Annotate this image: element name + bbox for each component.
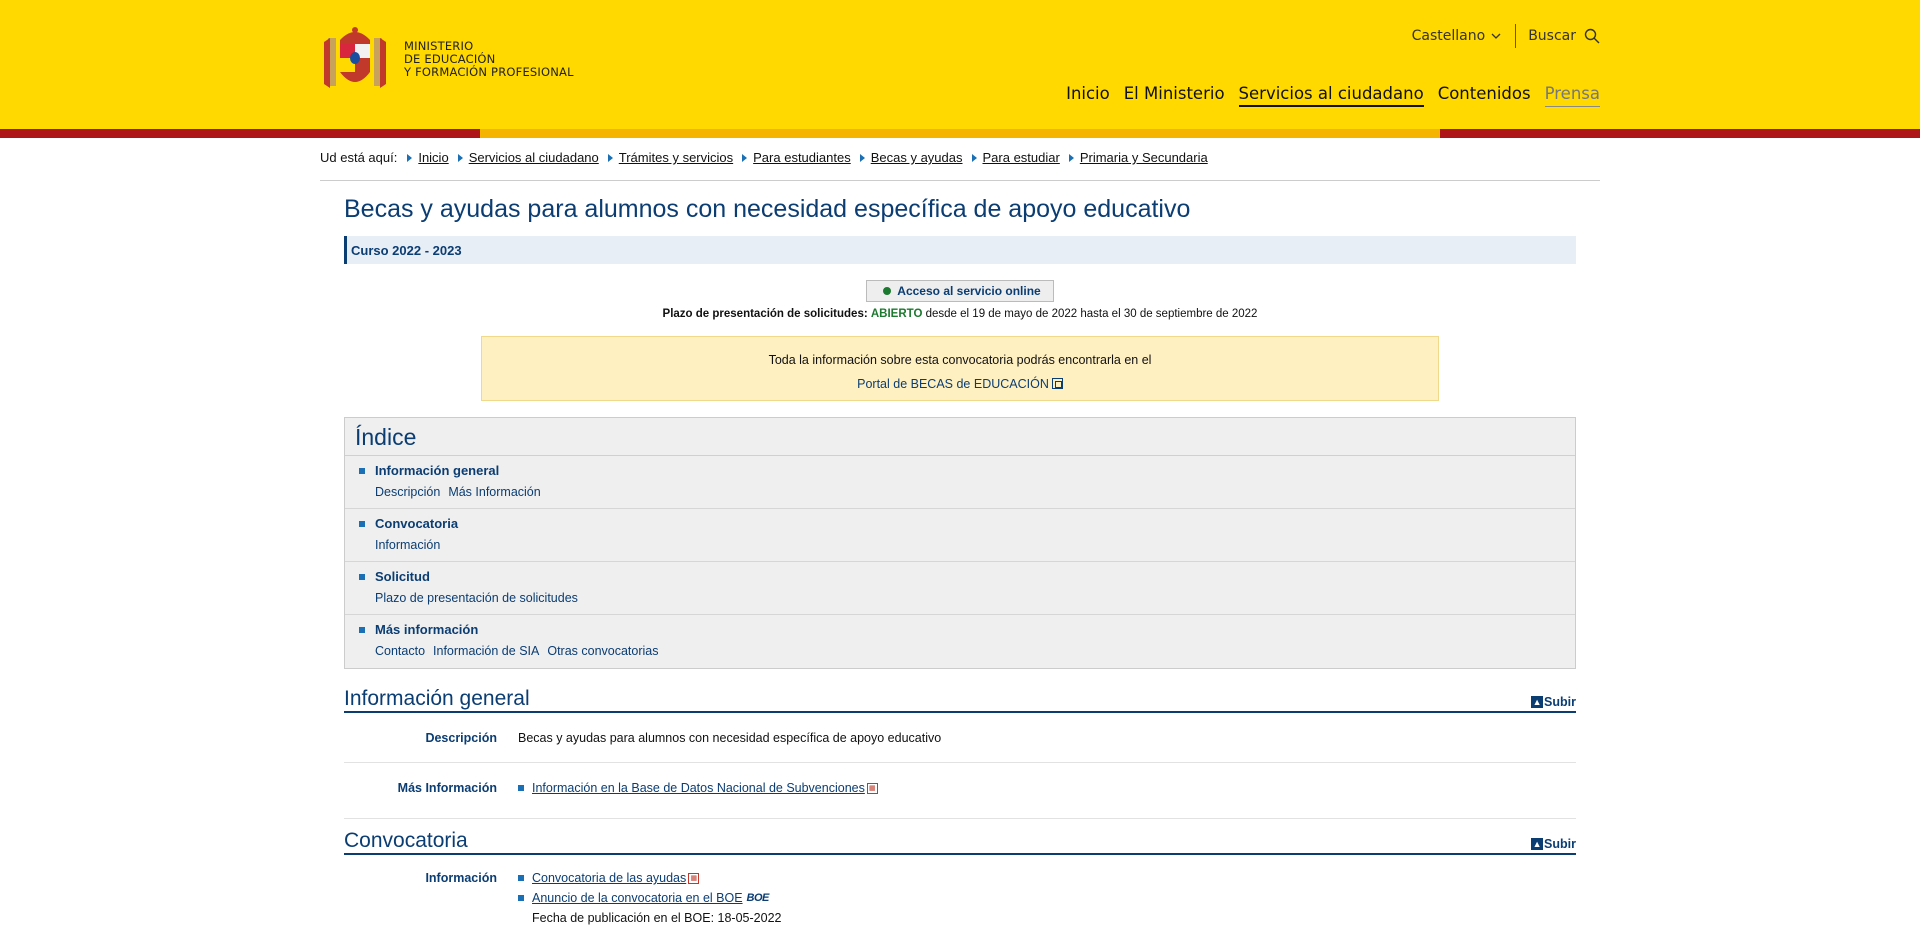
coat-of-arms-icon [324,27,386,88]
index-link-plazo[interactable]: Plazo de presentación de solicitudes [375,591,578,605]
index-section: Solicitud Plazo de presentación de solic… [345,562,1575,615]
language-selector[interactable]: Castellano [1412,24,1517,48]
arrow-up-icon: ▲ [1531,838,1544,850]
breadcrumb-link-tramites[interactable]: Trámites y servicios [619,150,733,165]
subir-button[interactable]: ▲ Subir [1531,695,1576,711]
breadcrumb-label: Ud está aquí: [320,150,398,165]
descripcion-row: Descripción Becas y ayudas para alumnos … [344,713,1576,763]
pdf-icon: ▦ [688,872,700,884]
breadcrumb-link-primaria[interactable]: Primaria y Secundaria [1080,150,1208,165]
pdf-icon: ▦ [866,782,878,794]
search-icon [1584,28,1600,44]
section-info-general-header: Información general ▲ Subir [344,681,1576,713]
index-section: Convocatoria Información [345,509,1575,562]
triangle-right-icon [457,153,463,162]
main-content: Becas y ayudas para alumnos con necesida… [344,195,1576,925]
online-service-button[interactable]: Acceso al servicio online [866,280,1054,302]
ministry-logo[interactable]: MINISTERIO DE EDUCACIÓN Y FORMACIÓN PROF… [320,22,574,96]
top-bar: Castellano Buscar [1412,24,1600,48]
section-convocatoria-header: Convocatoria ▲ Subir [344,823,1576,855]
triangle-right-icon [859,153,865,162]
anuncio-boe-link[interactable]: Anuncio de la convocatoria en el BOE [532,891,743,905]
subir-button[interactable]: ▲ Subir [1531,837,1576,853]
portal-becas-link[interactable]: Portal de BECAS de EDUCACIÓN [857,377,1063,391]
site-header: MINISTERIO DE EDUCACIÓN Y FORMACIÓN PROF… [0,0,1920,138]
breadcrumb-item: Servicios al ciudadano [457,150,599,165]
index-panel: Índice Información general Descripción Má… [344,417,1576,669]
index-link-mas-info[interactable]: Más información [375,622,478,637]
index-section: Más información Contacto Información de S… [345,615,1575,668]
nav-el-ministerio[interactable]: El Ministerio [1124,84,1225,107]
breadcrumb-link-inicio[interactable]: Inicio [418,150,448,165]
curso-banner: Curso 2022 - 2023 [344,236,1576,264]
header-stripe [0,129,1920,138]
bullet-square-icon [518,785,524,791]
nav-inicio[interactable]: Inicio [1066,84,1110,107]
triangle-right-icon [971,153,977,162]
index-link-mas-informacion[interactable]: Más Información [448,485,540,499]
nav-servicios-ciudadano[interactable]: Servicios al ciudadano [1238,84,1424,107]
section-title: Información general [344,687,530,710]
bdns-link[interactable]: Información en la Base de Datos Nacional… [532,781,865,795]
triangle-right-icon [407,153,413,162]
bullet-square-icon [518,875,524,881]
index-link-contacto[interactable]: Contacto [375,644,425,658]
index-link-convocatoria[interactable]: Convocatoria [375,516,458,531]
index-link-informacion[interactable]: Información [375,538,440,552]
index-link-solicitud[interactable]: Solicitud [375,569,430,584]
nav-prensa[interactable]: Prensa [1544,84,1600,107]
breadcrumb-item: Primaria y Secundaria [1068,150,1208,165]
breadcrumb: Ud está aquí: Inicio Servicios al ciudad… [320,150,1600,181]
bullet-square-icon [359,626,365,633]
breadcrumb-item: Para estudiar [971,150,1060,165]
index-title: Índice [345,418,1575,456]
bullet-square-icon [359,573,365,580]
section-title: Convocatoria [344,829,468,852]
breadcrumb-item: Inicio [407,150,449,165]
triangle-right-icon [742,153,748,162]
index-link-otras[interactable]: Otras convocatorias [547,644,658,658]
ministry-name: MINISTERIO DE EDUCACIÓN Y FORMACIÓN PROF… [404,38,574,79]
breadcrumb-item: Becas y ayudas [859,150,963,165]
page-title: Becas y ayudas para alumnos con necesida… [344,195,1191,223]
triangle-right-icon [1068,153,1074,162]
breadcrumb-link-becas[interactable]: Becas y ayudas [871,150,963,165]
main-nav: Inicio El Ministerio Servicios al ciudad… [1052,84,1600,107]
nav-contenidos[interactable]: Contenidos [1438,84,1531,107]
bullet-square-icon [359,520,365,527]
boe-logo: BOE [746,892,770,904]
convocatoria-ayudas-link[interactable]: Convocatoria de las ayudas [532,871,686,885]
mas-info-row: Más Información Información en la Base d… [344,763,1576,819]
boe-fecha: Fecha de publicación en el BOE: 18-05-20… [532,911,782,925]
notice-box: Toda la información sobre esta convocato… [481,336,1439,401]
breadcrumb-link-para-estudiar[interactable]: Para estudiar [983,150,1060,165]
breadcrumb-link-estudiantes[interactable]: Para estudiantes [753,150,851,165]
bullet-square-icon [518,895,524,901]
index-link-sia[interactable]: Información de SIA [433,644,539,658]
index-link-info-general[interactable]: Información general [375,463,499,478]
chevron-down-icon [1491,33,1501,39]
triangle-right-icon [607,153,613,162]
convocatoria-info-row: Información Convocatoria de las ayudas ▦ … [425,871,782,925]
breadcrumb-item: Trámites y servicios [607,150,733,165]
breadcrumb-item: Para estudiantes [742,150,851,165]
plazo-line: Plazo de presentación de solicitudes: AB… [662,308,1258,320]
external-link-icon [1051,378,1063,389]
index-section: Información general Descripción Más Infor… [345,456,1575,509]
status-dot-icon [883,287,892,295]
arrow-up-icon: ▲ [1531,696,1544,708]
breadcrumb-link-servicios[interactable]: Servicios al ciudadano [469,150,599,165]
index-link-descripcion[interactable]: Descripción [375,485,440,499]
search-button[interactable]: Buscar [1528,28,1600,44]
bullet-square-icon [359,467,365,474]
plazo-status: ABIERTO [870,308,923,320]
